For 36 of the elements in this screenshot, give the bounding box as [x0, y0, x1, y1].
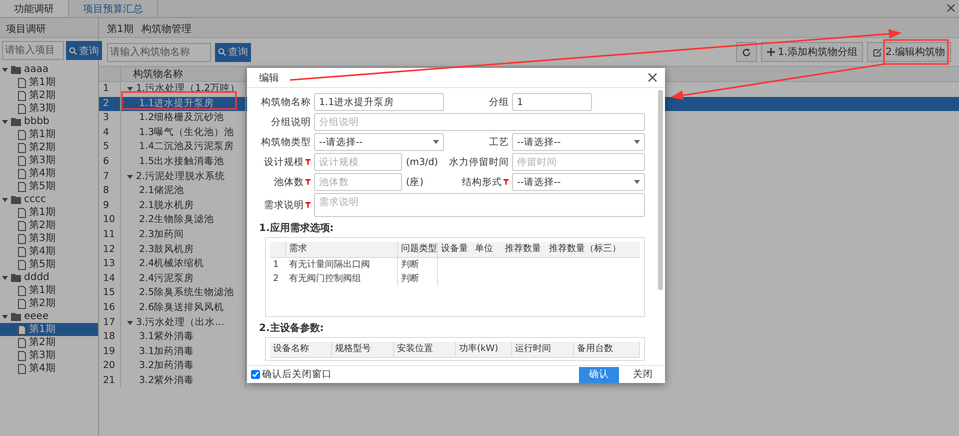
row-number: 2 [272, 273, 280, 286]
section-title: 2.主设备参数: [259, 323, 325, 335]
field-label: 构筑物类型 [261, 136, 311, 148]
field-label: 分组说明 [271, 116, 311, 128]
table-cell: 判断 [398, 272, 438, 286]
column-header: 问题类型 [398, 242, 438, 257]
breadcrumb-item: 第1期 [107, 22, 134, 33]
field-label: 需求说明 [264, 198, 311, 212]
column-header: 运行时间 [512, 342, 574, 357]
panel-title: 项目调研 [0, 18, 98, 38]
row-number: 21 [99, 374, 121, 388]
column-header: 备用台数 [574, 342, 640, 357]
column-header: 功率(kW) [456, 342, 512, 357]
breadcrumb-item: 构筑物管理 [141, 22, 192, 33]
table-cell: 有无阀门控制阀组 [286, 272, 398, 286]
dialog-title: 编辑 [259, 72, 279, 84]
column-header: 单位 [474, 242, 494, 256]
table-cell: 有无计量间隔出口阀 [286, 258, 398, 272]
field-label: 工艺 [489, 136, 509, 148]
field-label: 水力停留时间 [449, 156, 509, 168]
column-header: 设备量 [440, 242, 469, 256]
unit-label: (m3/d) [406, 156, 438, 168]
column-header: 安装位置 [394, 342, 456, 357]
field-label: 构筑物名称 [261, 96, 311, 108]
table-cell: 判断 [398, 258, 438, 272]
column-header: 设备名称 [270, 342, 332, 357]
column-header: 推荐数量（标三） [548, 242, 622, 256]
field-label: 分组 [489, 96, 509, 108]
column-header: 构筑物名称 [121, 67, 246, 81]
column-header: 需求 [286, 242, 398, 257]
field-label: 设计规模 [264, 156, 311, 168]
column-header: 推荐数量 [504, 242, 542, 256]
row-number: 1 [272, 259, 280, 272]
section-title: 1.应用需求选项: [259, 223, 335, 235]
column-header: 规格型号 [332, 342, 394, 357]
table-cell: 3.2紫外消毒 [121, 374, 246, 388]
